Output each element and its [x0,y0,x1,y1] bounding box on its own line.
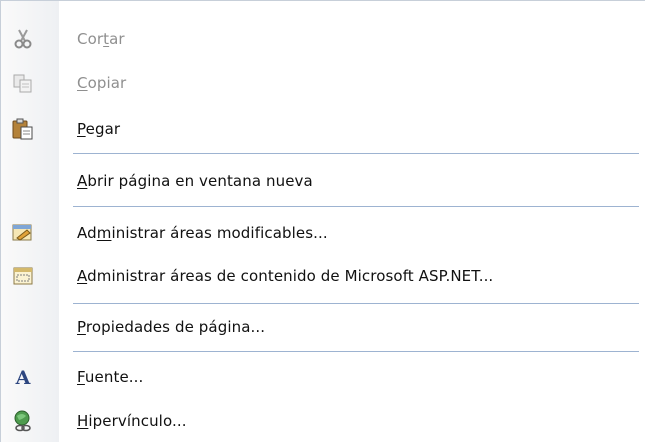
hyperlink-icon [11,409,35,433]
menu-item-administrar-areas-contenido-aspnet[interactable]: Administrar áreas de contenido de Micros… [1,256,645,296]
paste-icon [11,117,35,141]
menu-item-copiar[interactable]: Copiar [1,63,645,103]
menu-item-label: Pegar [77,120,121,138]
menu-separator [73,351,639,352]
editable-regions-icon [11,221,35,245]
menu-item-label: Copiar [77,74,127,92]
menu-separator [73,153,639,154]
copy-icon [11,71,35,95]
content-regions-icon [11,264,35,288]
menu-item-label: Propiedades de página... [77,318,266,336]
menu-item-label: Fuente... [77,368,144,386]
menu-item-hipervinculo[interactable]: Hipervínculo... [1,401,645,441]
menu-item-label: Administrar áreas modificables... [77,224,328,242]
font-icon: A [11,365,35,389]
menu-item-label: Hipervínculo... [77,412,187,430]
menu-item-pegar[interactable]: Pegar [1,109,645,149]
menu-item-label: Administrar áreas de contenido de Micros… [77,267,494,285]
menu-item-propiedades-pagina[interactable]: Propiedades de página... [1,307,645,347]
menu-item-cortar[interactable]: Cortar [1,19,645,59]
menu-item-administrar-areas-modificables[interactable]: Administrar áreas modificables... [1,213,645,253]
menu-separator [73,206,639,207]
menu-separator [73,303,639,304]
svg-text:A: A [15,367,31,389]
context-menu: Cortar Copiar Pegar Abrir página en vent… [0,0,645,442]
scissors-icon [11,27,35,51]
menu-item-label: Abrir página en ventana nueva [77,172,313,190]
menu-item-label: Cortar [77,30,125,48]
menu-item-abrir-pagina-ventana-nueva[interactable]: Abrir página en ventana nueva [1,161,645,201]
menu-item-fuente[interactable]: A Fuente... [1,357,645,397]
